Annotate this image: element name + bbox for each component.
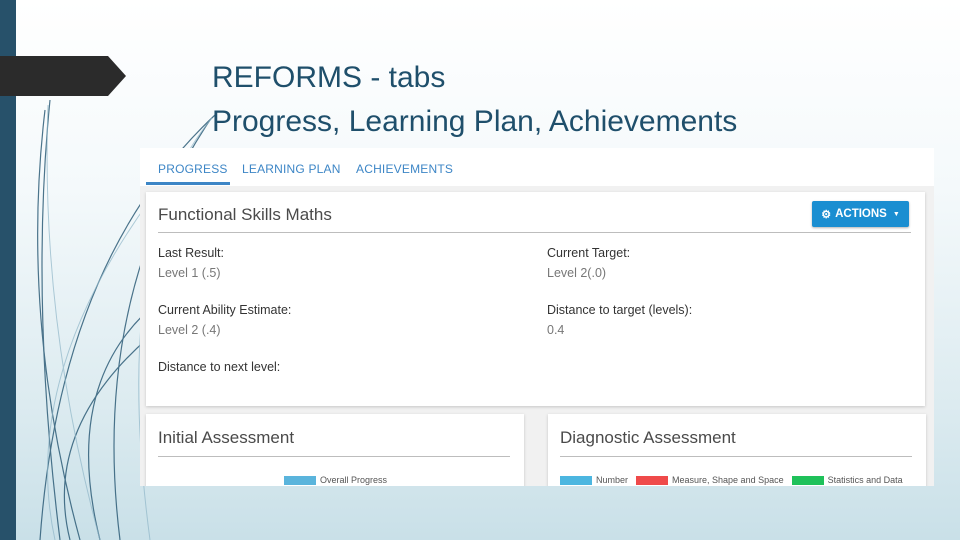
ability-estimate-label: Current Ability Estimate: [158,303,292,317]
app-screenshot: PROGRESS LEARNING PLAN ACHIEVEMENTS Func… [140,148,934,486]
card-title: Diagnostic Assessment [560,428,736,447]
active-tab-indicator [146,182,230,185]
title-arrow-tab [0,56,126,96]
legend-item[interactable]: Number [560,475,628,485]
legend-label: Overall Progress [320,475,388,485]
legend-item[interactable]: Measure, Shape and Space [636,475,784,485]
actions-label: ACTIONS [835,208,887,220]
legend-swatch [791,475,824,485]
diagnostic-assessment-card: Diagnostic Assessment Number Measure, Sh… [548,414,926,486]
current-target-value: Level 2(.0) [547,266,607,280]
gear-icon: ⚙ [821,208,832,221]
chart-legend: Number Measure, Shape and Space Statisti… [560,475,911,485]
card-title: Functional Skills Maths [158,205,332,224]
divider [158,232,911,233]
legend-swatch [560,475,592,485]
distance-target-value: 0.4 [547,323,565,337]
legend-swatch [284,475,316,485]
tab-achievements[interactable]: ACHIEVEMENTS [356,162,453,176]
slide-title-line1: REFORMS - tabs [212,61,446,94]
card-title: Initial Assessment [158,428,295,447]
distance-next-level-label: Distance to next level: [158,360,281,374]
legend-label: Measure, Shape and Space [672,475,784,485]
tab-learning-plan[interactable]: LEARNING PLAN [242,162,341,176]
legend-label: Number [596,475,629,485]
chart-legend: Overall Progress [284,475,395,485]
last-result-label: Last Result: [158,246,225,260]
actions-button[interactable]: ⚙ ACTIONS ▼ [812,201,909,227]
tab-bar: PROGRESS LEARNING PLAN ACHIEVEMENTS [140,148,934,186]
legend-label: Statistics and Data [827,475,903,485]
ability-estimate-value: Level 2 (.4) [158,323,221,337]
legend-swatch [636,475,669,485]
slide-title: REFORMS - tabs Progress, Learning Plan, … [212,56,737,144]
current-target-label: Current Target: [547,246,631,260]
slide-title-line2: Progress, Learning Plan, Achievements [212,105,738,138]
divider [158,456,510,457]
divider [560,456,912,457]
distance-target-label: Distance to target (levels): [547,303,693,317]
functional-skills-card: Functional Skills Maths ⚙ ACTIONS ▼ Last… [146,192,925,406]
legend-item[interactable]: Overall Progress [284,475,387,485]
initial-assessment-card: Initial Assessment Overall Progress [146,414,524,486]
legend-item[interactable]: Statistics and Data [791,475,903,485]
last-result-value: Level 1 (.5) [158,266,221,280]
caret-down-icon: ▼ [892,210,900,218]
tab-progress[interactable]: PROGRESS [158,162,228,176]
